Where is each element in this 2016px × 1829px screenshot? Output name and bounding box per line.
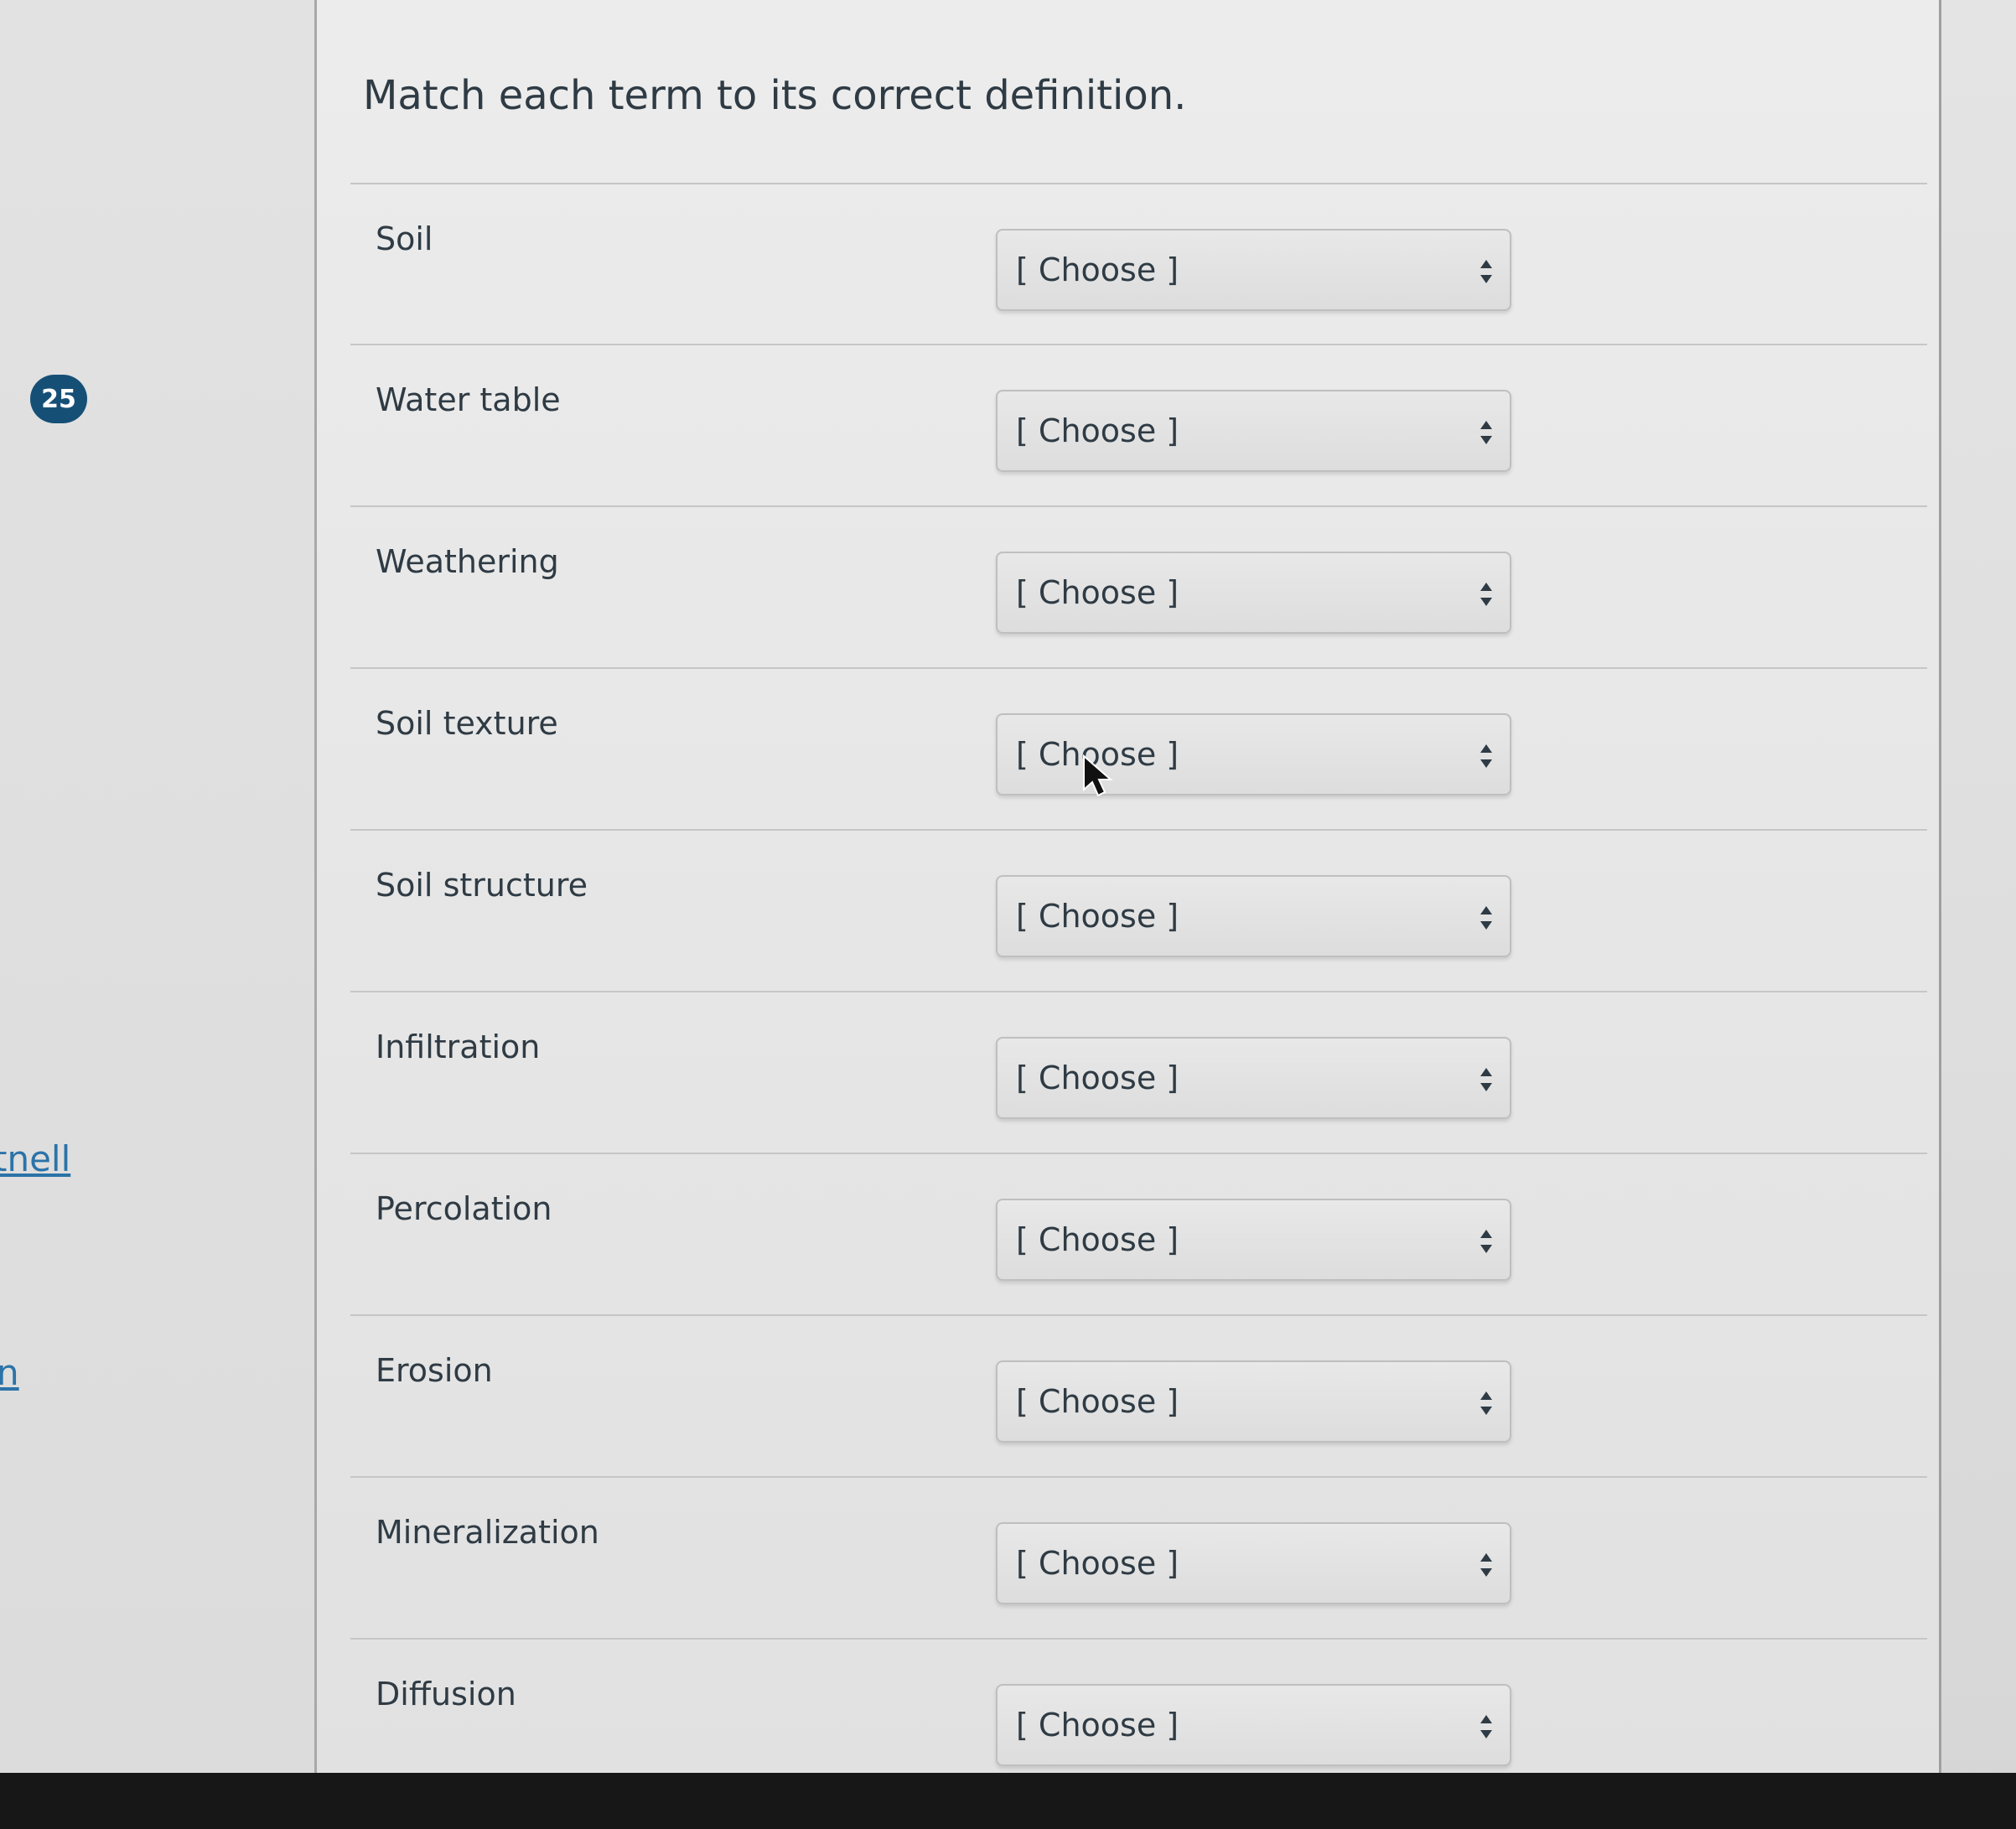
select-value: [ Choose ]	[1016, 898, 1179, 935]
term-label: Weathering	[376, 543, 559, 580]
question-number-badge: 25	[30, 375, 87, 423]
sidebar-link-2[interactable]: n	[0, 1355, 19, 1391]
matching-row-erosion: Erosion [ Choose ]	[317, 1314, 1939, 1476]
sort-arrows-icon	[1480, 1066, 1493, 1093]
definition-select[interactable]: [ Choose ]	[996, 713, 1511, 795]
definition-select[interactable]: [ Choose ]	[996, 390, 1511, 472]
sort-arrows-icon	[1480, 258, 1493, 285]
sort-arrows-icon	[1480, 1390, 1493, 1417]
term-label: Diffusion	[376, 1676, 516, 1712]
select-value: [ Choose ]	[1016, 1707, 1179, 1744]
mouse-pointer-icon	[1081, 754, 1113, 798]
matching-row-infiltration: Infiltration [ Choose ]	[317, 991, 1939, 1153]
matching-question-panel: Match each term to its correct definitio…	[314, 0, 1941, 1773]
matching-row-soil-structure: Soil structure [ Choose ]	[317, 829, 1939, 991]
question-title: Match each term to its correct definitio…	[363, 72, 1187, 119]
term-label: Soil texture	[376, 705, 558, 742]
term-label: Erosion	[376, 1352, 493, 1389]
sort-arrows-icon	[1480, 1228, 1493, 1255]
term-label: Soil structure	[376, 867, 588, 904]
canvas-quiz-screen: 25 tnell n Match each term to its correc…	[0, 0, 2016, 1829]
term-label: Soil	[376, 220, 433, 257]
definition-select[interactable]: [ Choose ]	[996, 1199, 1511, 1281]
left-navigation-rail: 25 tnell n	[0, 0, 314, 1773]
definition-select[interactable]: [ Choose ]	[996, 1522, 1511, 1604]
matching-row-water-table: Water table [ Choose ]	[317, 344, 1939, 505]
sidebar-link-1[interactable]: tnell	[0, 1142, 70, 1177]
sort-arrows-icon	[1480, 419, 1493, 446]
select-value: [ Choose ]	[1016, 1383, 1179, 1420]
matching-row-weathering: Weathering [ Choose ]	[317, 505, 1939, 667]
term-label: Mineralization	[376, 1514, 599, 1551]
definition-select[interactable]: [ Choose ]	[996, 229, 1511, 311]
matching-row-mineralization: Mineralization [ Choose ]	[317, 1476, 1939, 1638]
definition-select[interactable]: [ Choose ]	[996, 1360, 1511, 1443]
bottom-taskbar	[0, 1773, 2016, 1829]
select-value: [ Choose ]	[1016, 574, 1179, 611]
select-value: [ Choose ]	[1016, 1060, 1179, 1096]
sort-arrows-icon	[1480, 1713, 1493, 1740]
definition-select[interactable]: [ Choose ]	[996, 1037, 1511, 1119]
sort-arrows-icon	[1480, 904, 1493, 931]
select-value: [ Choose ]	[1016, 1221, 1179, 1258]
definition-select[interactable]: [ Choose ]	[996, 875, 1511, 957]
definition-select[interactable]: [ Choose ]	[996, 1684, 1511, 1766]
term-label: Percolation	[376, 1190, 552, 1227]
sort-arrows-icon	[1480, 743, 1493, 769]
definition-select[interactable]: [ Choose ]	[996, 552, 1511, 634]
matching-row-soil: Soil [ Choose ]	[317, 183, 1939, 345]
matching-row-soil-texture: Soil texture [ Choose ]	[317, 667, 1939, 829]
select-value: [ Choose ]	[1016, 412, 1179, 449]
select-value: [ Choose ]	[1016, 1545, 1179, 1582]
term-label: Infiltration	[376, 1028, 541, 1065]
select-value: [ Choose ]	[1016, 251, 1179, 288]
sort-arrows-icon	[1480, 581, 1493, 608]
term-label: Water table	[376, 381, 561, 418]
sort-arrows-icon	[1480, 1552, 1493, 1578]
matching-row-percolation: Percolation [ Choose ]	[317, 1153, 1939, 1314]
